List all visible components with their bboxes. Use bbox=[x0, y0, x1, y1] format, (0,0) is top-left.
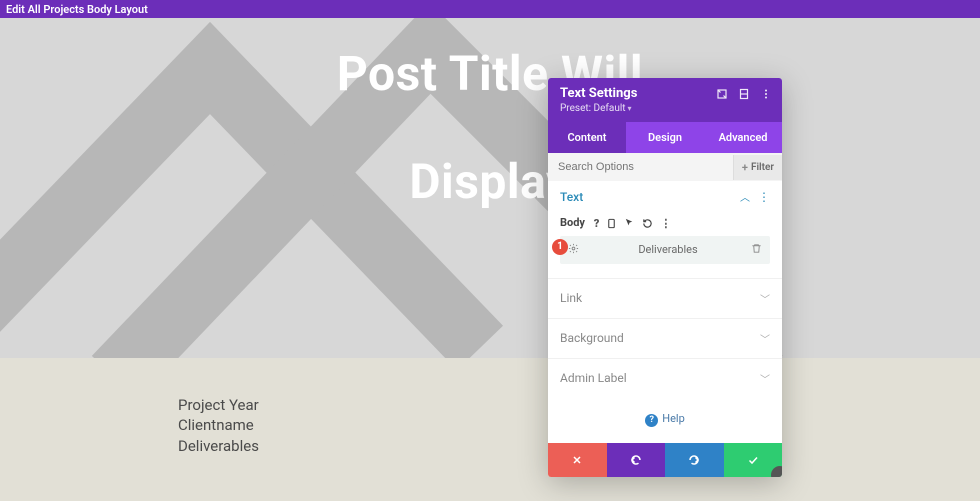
panel-title: Text Settings bbox=[560, 86, 716, 101]
hover-icon[interactable] bbox=[624, 217, 635, 230]
gear-icon[interactable] bbox=[568, 243, 579, 257]
section-admin-label[interactable]: Admin Label ﹀ bbox=[548, 358, 782, 398]
tabs: Content Design Advanced bbox=[548, 122, 782, 153]
more-icon[interactable] bbox=[760, 88, 772, 100]
section-link[interactable]: Link ﹀ bbox=[548, 278, 782, 318]
section-background[interactable]: Background ﹀ bbox=[548, 318, 782, 358]
top-bar-title: Edit All Projects Body Layout bbox=[6, 3, 148, 16]
trash-icon[interactable] bbox=[751, 243, 762, 257]
help-row[interactable]: ? Help bbox=[548, 398, 782, 443]
meta-project-year: Project Year bbox=[178, 395, 259, 415]
help-label: Help bbox=[662, 412, 685, 425]
step-badge: 1 bbox=[552, 239, 568, 255]
help-icon[interactable]: ? bbox=[594, 217, 600, 230]
undo-button[interactable] bbox=[607, 443, 666, 477]
cancel-button[interactable] bbox=[548, 443, 607, 477]
panel-header[interactable]: Text Settings Preset: Default bbox=[548, 78, 782, 122]
body-value: Deliverables bbox=[585, 243, 751, 256]
tablet-icon[interactable] bbox=[606, 217, 617, 230]
redo-button[interactable] bbox=[665, 443, 724, 477]
filter-button[interactable]: + Filter bbox=[733, 155, 782, 180]
snap-icon[interactable] bbox=[738, 88, 750, 100]
search-row: + Filter bbox=[548, 153, 782, 181]
meta-clientname: Clientname bbox=[178, 415, 259, 435]
chevron-down-icon: ﹀ bbox=[760, 371, 770, 386]
section-more-icon[interactable]: ⋮ bbox=[758, 190, 770, 204]
filter-label: Filter bbox=[751, 162, 774, 173]
expand-icon[interactable] bbox=[716, 88, 728, 100]
top-bar: Edit All Projects Body Layout bbox=[0, 0, 980, 18]
tab-design[interactable]: Design bbox=[626, 122, 704, 153]
chevron-up-icon: ︿ bbox=[740, 189, 750, 204]
body-more-icon[interactable]: ⋮ bbox=[660, 217, 671, 230]
body-label-text: Body bbox=[560, 216, 585, 229]
search-input[interactable] bbox=[548, 153, 733, 181]
tab-advanced[interactable]: Advanced bbox=[704, 122, 782, 153]
plus-icon: + bbox=[742, 161, 748, 174]
help-badge-icon: ? bbox=[645, 414, 658, 427]
meta-deliverables: Deliverables bbox=[178, 436, 259, 456]
panel-actions bbox=[548, 443, 782, 477]
chevron-down-icon: ﹀ bbox=[760, 291, 770, 306]
body-input[interactable]: Deliverables bbox=[560, 236, 770, 264]
preset-dropdown[interactable]: Preset: Default bbox=[560, 103, 772, 114]
hero: Post Title Will Display bbox=[0, 18, 980, 358]
section-link-label: Link bbox=[560, 291, 582, 305]
content-area bbox=[0, 358, 980, 501]
body-field-label: Body ? ⋮ bbox=[548, 212, 782, 236]
text-settings-panel: Text Settings Preset: Default Content De… bbox=[548, 78, 782, 477]
section-text-label: Text bbox=[560, 190, 583, 204]
section-background-label: Background bbox=[560, 331, 624, 345]
project-meta: Project Year Clientname Deliverables bbox=[178, 395, 259, 456]
section-admin-label-label: Admin Label bbox=[560, 371, 627, 385]
hero-line2: Display bbox=[0, 156, 980, 209]
chevron-down-icon: ﹀ bbox=[760, 331, 770, 346]
tab-content[interactable]: Content bbox=[548, 122, 626, 153]
reset-icon[interactable] bbox=[642, 217, 653, 230]
section-text-header[interactable]: Text ︿ ⋮ bbox=[548, 181, 782, 212]
hero-title: Post Title Will Display bbox=[0, 18, 980, 209]
